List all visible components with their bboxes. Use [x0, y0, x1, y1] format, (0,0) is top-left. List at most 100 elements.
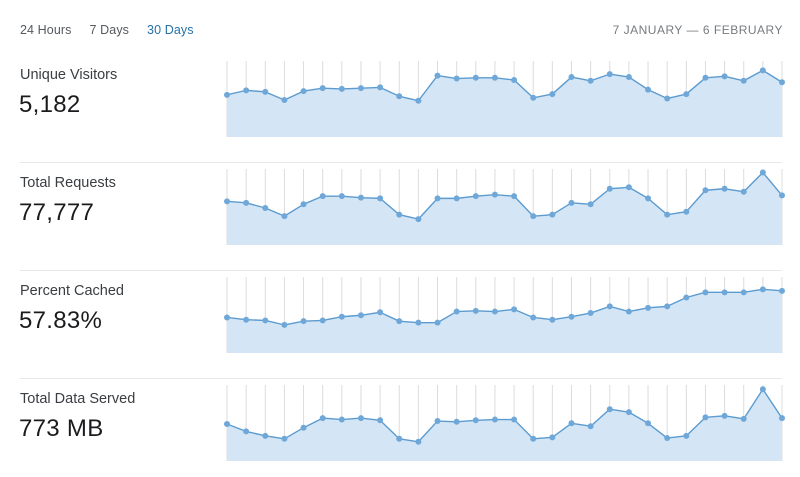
data-point[interactable] [434, 418, 441, 425]
data-point[interactable] [434, 195, 441, 202]
data-point[interactable] [453, 418, 460, 425]
data-point[interactable] [779, 79, 785, 86]
data-point[interactable] [491, 74, 498, 81]
data-point[interactable] [606, 406, 613, 413]
data-point[interactable] [549, 434, 556, 441]
data-point[interactable] [759, 169, 766, 176]
data-point[interactable] [702, 414, 709, 421]
data-point[interactable] [472, 193, 479, 200]
data-point[interactable] [396, 318, 403, 325]
data-point[interactable] [243, 199, 250, 206]
data-point[interactable] [606, 303, 613, 310]
data-point[interactable] [664, 211, 671, 218]
data-point[interactable] [491, 191, 498, 198]
tab-24-hours[interactable]: 24 Hours [20, 23, 72, 37]
data-point[interactable] [319, 415, 326, 422]
data-point[interactable] [759, 67, 766, 74]
data-point[interactable] [434, 319, 441, 326]
data-point[interactable] [645, 86, 652, 93]
data-point[interactable] [530, 94, 537, 101]
data-point[interactable] [434, 72, 441, 79]
data-point[interactable] [338, 416, 345, 423]
data-point[interactable] [721, 289, 728, 296]
data-point[interactable] [300, 88, 307, 95]
data-point[interactable] [224, 91, 230, 98]
data-point[interactable] [224, 198, 230, 205]
data-point[interactable] [472, 74, 479, 81]
data-point[interactable] [396, 435, 403, 442]
data-point[interactable] [625, 74, 632, 81]
data-point[interactable] [453, 75, 460, 82]
data-point[interactable] [377, 84, 384, 91]
data-point[interactable] [530, 213, 537, 220]
data-point[interactable] [396, 211, 403, 218]
data-point[interactable] [549, 316, 556, 323]
data-point[interactable] [319, 317, 326, 324]
data-point[interactable] [300, 318, 307, 325]
data-point[interactable] [415, 438, 422, 445]
data-point[interactable] [338, 193, 345, 200]
data-point[interactable] [645, 420, 652, 427]
data-point[interactable] [377, 417, 384, 424]
data-point[interactable] [568, 74, 575, 81]
data-point[interactable] [511, 416, 518, 423]
data-point[interactable] [453, 195, 460, 202]
data-point[interactable] [281, 97, 288, 103]
data-point[interactable] [779, 287, 785, 294]
data-point[interactable] [759, 286, 766, 293]
data-point[interactable] [396, 93, 403, 100]
data-point[interactable] [224, 421, 230, 427]
data-point[interactable] [491, 308, 498, 315]
data-point[interactable] [415, 319, 422, 326]
data-point[interactable] [357, 312, 364, 319]
data-point[interactable] [587, 77, 594, 84]
data-point[interactable] [243, 428, 250, 435]
data-point[interactable] [319, 85, 326, 92]
data-point[interactable] [740, 77, 747, 84]
data-point[interactable] [683, 432, 690, 439]
data-point[interactable] [587, 310, 594, 317]
data-point[interactable] [281, 321, 288, 328]
data-point[interactable] [243, 316, 250, 323]
data-point[interactable] [338, 85, 345, 92]
data-point[interactable] [243, 87, 250, 94]
data-point[interactable] [702, 74, 709, 81]
tab-7-days[interactable]: 7 Days [90, 23, 130, 37]
data-point[interactable] [568, 199, 575, 206]
data-point[interactable] [721, 73, 728, 80]
data-point[interactable] [549, 211, 556, 218]
data-point[interactable] [587, 423, 594, 430]
data-point[interactable] [511, 193, 518, 200]
data-point[interactable] [319, 193, 326, 200]
data-point[interactable] [262, 88, 269, 95]
data-point[interactable] [472, 417, 479, 424]
data-point[interactable] [779, 415, 785, 422]
data-point[interactable] [625, 308, 632, 315]
data-point[interactable] [511, 306, 518, 313]
data-point[interactable] [377, 195, 384, 202]
data-point[interactable] [262, 432, 269, 439]
data-point[interactable] [702, 289, 709, 296]
data-point[interactable] [377, 309, 384, 316]
data-point[interactable] [759, 386, 766, 393]
data-point[interactable] [568, 313, 575, 320]
data-point[interactable] [779, 192, 785, 199]
data-point[interactable] [664, 303, 671, 310]
data-point[interactable] [453, 308, 460, 315]
data-point[interactable] [683, 208, 690, 215]
data-point[interactable] [683, 294, 690, 301]
data-point[interactable] [262, 205, 269, 211]
data-point[interactable] [262, 317, 269, 324]
data-point[interactable] [511, 77, 518, 84]
data-point[interactable] [491, 416, 498, 423]
data-point[interactable] [530, 435, 537, 442]
data-point[interactable] [224, 314, 230, 321]
data-point[interactable] [625, 184, 632, 191]
data-point[interactable] [281, 435, 288, 442]
data-point[interactable] [683, 91, 690, 98]
data-point[interactable] [415, 216, 422, 223]
data-point[interactable] [606, 185, 613, 192]
data-point[interactable] [300, 424, 307, 431]
data-point[interactable] [664, 95, 671, 102]
data-point[interactable] [415, 97, 422, 104]
